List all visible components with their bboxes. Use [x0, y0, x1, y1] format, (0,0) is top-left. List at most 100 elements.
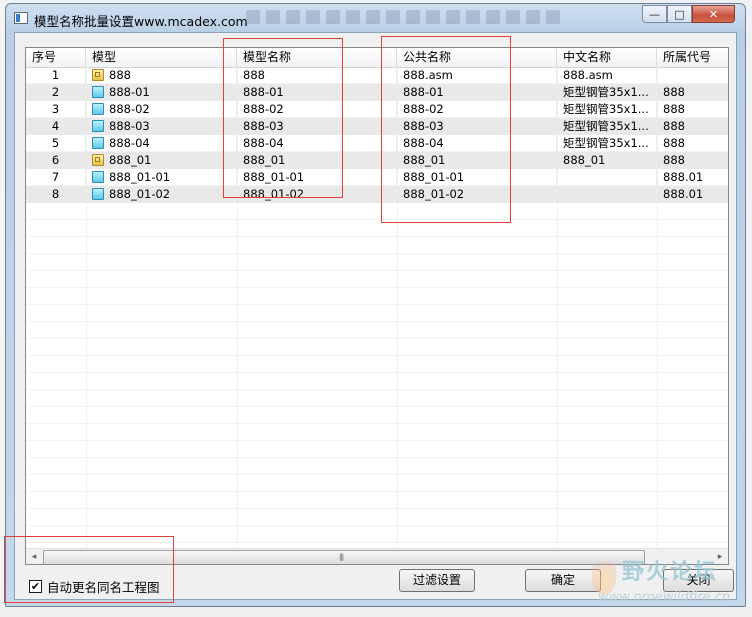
cell-index: 8	[26, 186, 86, 203]
cell-model-text: 888-01	[109, 85, 150, 99]
ghost-tool-icon	[546, 10, 560, 24]
ghost-tool-icon	[286, 10, 300, 24]
minimize-button[interactable]: —	[642, 5, 667, 23]
auto-rename-drawing-option[interactable]: ✔ 自动更名同名工程图	[29, 577, 160, 596]
window-title: 模型名称批量设置www.mcadex.com	[34, 14, 248, 29]
scrollbar-grip-icon: |||	[339, 553, 344, 561]
close-button[interactable]: 关闭	[663, 569, 734, 592]
cell-model-name: 888-02	[237, 101, 397, 118]
table-row[interactable]: 3 888-02 888-02 888-02 矩型钢管35x1... 888	[26, 101, 728, 118]
title-bar[interactable]: 模型名称批量设置www.mcadex.com — □ ✕	[6, 4, 745, 32]
cell-model: 888-02	[86, 101, 237, 118]
cell-common-name: 888.asm	[397, 67, 557, 84]
cell-index: 4	[26, 118, 86, 135]
cell-index: 5	[26, 135, 86, 152]
model-list-view[interactable]: 序号 模型 模型名称 公共名称 中文名称 所属代号 1 888 888 888.asm…	[25, 47, 729, 565]
cell-chinese-name: 888_01	[557, 152, 657, 169]
table-row[interactable]: 8 888_01-02 888_01-02 888_01-02 888.01	[26, 186, 728, 203]
cell-code: 888.01	[657, 186, 728, 203]
background-app-bottom	[0, 606, 752, 617]
cell-model: 888-01	[86, 84, 237, 101]
cell-code: 888	[657, 135, 728, 152]
column-header-model-name[interactable]: 模型名称	[237, 48, 397, 67]
table-row[interactable]: 6 888_01 888_01 888_01 888_01 888	[26, 152, 728, 169]
column-header-chinese-name[interactable]: 中文名称	[557, 48, 657, 67]
auto-rename-checkbox[interactable]: ✔	[29, 580, 42, 593]
list-rows: 1 888 888 888.asm 888.asm 2 888-01 888-01 888-01…	[26, 67, 728, 203]
list-header: 序号 模型 模型名称 公共名称 中文名称 所属代号	[26, 48, 728, 68]
maximize-button[interactable]: □	[667, 5, 692, 23]
cell-model-name: 888	[237, 67, 397, 84]
horizontal-scrollbar[interactable]: ◂ ||| ▸	[26, 548, 728, 564]
cell-model: 888_01-02	[86, 186, 237, 203]
cell-model: 888-03	[86, 118, 237, 135]
ghost-tool-icon	[266, 10, 280, 24]
cell-model-text: 888	[109, 68, 131, 82]
cell-chinese-name	[557, 186, 657, 203]
cell-chinese-name: 矩型钢管35x1...	[557, 84, 657, 101]
part-icon	[92, 120, 104, 132]
ghost-tool-icon	[446, 10, 460, 24]
cell-chinese-name: 矩型钢管35x1...	[557, 135, 657, 152]
part-icon	[92, 86, 104, 98]
scroll-right-arrow-icon[interactable]: ▸	[712, 549, 728, 564]
ghost-tool-icon	[306, 10, 320, 24]
background-toolbar-ghost	[246, 10, 606, 26]
cell-common-name: 888_01-01	[397, 169, 557, 186]
ghost-tool-icon	[526, 10, 540, 24]
cell-index: 2	[26, 84, 86, 101]
cell-model: 888-04	[86, 135, 237, 152]
table-row[interactable]: 1 888 888 888.asm 888.asm	[26, 67, 728, 84]
part-icon	[92, 171, 104, 183]
table-row[interactable]: 4 888-03 888-03 888-03 矩型钢管35x1... 888	[26, 118, 728, 135]
cell-model-text: 888_01-01	[109, 170, 171, 184]
cell-model-text: 888-04	[109, 136, 150, 150]
assembly-icon	[92, 69, 104, 81]
cell-code: 888	[657, 84, 728, 101]
cell-common-name: 888_01-02	[397, 186, 557, 203]
column-header-common-name[interactable]: 公共名称	[397, 48, 557, 67]
cell-chinese-name	[557, 169, 657, 186]
maximize-icon: □	[674, 7, 685, 21]
scroll-left-arrow-icon[interactable]: ◂	[26, 549, 42, 564]
cell-chinese-name: 888.asm	[557, 67, 657, 84]
dialog-window: 模型名称批量设置www.mcadex.com — □ ✕ 序号 模型 模型名称 …	[5, 3, 746, 607]
column-header-index[interactable]: 序号	[26, 48, 86, 67]
column-header-model[interactable]: 模型	[86, 48, 237, 67]
cell-model-text: 888_01-02	[109, 187, 171, 201]
cell-common-name: 888_01	[397, 152, 557, 169]
table-row[interactable]: 2 888-01 888-01 888-01 矩型钢管35x1... 888	[26, 84, 728, 101]
cell-chinese-name: 矩型钢管35x1...	[557, 118, 657, 135]
scrollbar-thumb[interactable]: |||	[43, 550, 645, 564]
minimize-icon: —	[649, 7, 660, 21]
ok-button[interactable]: 确定	[525, 569, 601, 592]
cell-model: 888_01	[86, 152, 237, 169]
auto-rename-label[interactable]: 自动更名同名工程图	[47, 577, 160, 596]
ghost-tool-icon	[406, 10, 420, 24]
cell-model-text: 888-03	[109, 119, 150, 133]
column-header-code[interactable]: 所属代号	[657, 48, 728, 67]
ghost-tool-icon	[506, 10, 520, 24]
cell-index: 3	[26, 101, 86, 118]
close-window-button[interactable]: ✕	[692, 5, 735, 23]
cell-model-name: 888-01	[237, 84, 397, 101]
cell-code: 888	[657, 118, 728, 135]
table-row[interactable]: 5 888-04 888-04 888-04 矩型钢管35x1... 888	[26, 135, 728, 152]
cell-index: 7	[26, 169, 86, 186]
ghost-tool-icon	[486, 10, 500, 24]
cell-common-name: 888-01	[397, 84, 557, 101]
cell-model-name: 888_01	[237, 152, 397, 169]
filter-settings-button[interactable]: 过滤设置	[399, 569, 475, 592]
table-row[interactable]: 7 888_01-01 888_01-01 888_01-01 888.01	[26, 169, 728, 186]
ghost-tool-icon	[246, 10, 260, 24]
cell-model: 888	[86, 67, 237, 84]
cell-common-name: 888-02	[397, 101, 557, 118]
app-window-icon	[14, 12, 28, 24]
cell-model-text: 888_01	[109, 153, 152, 167]
checkmark-icon: ✔	[30, 580, 41, 593]
cell-model-name: 888_01-01	[237, 169, 397, 186]
ghost-tool-icon	[326, 10, 340, 24]
ghost-tool-icon	[466, 10, 480, 24]
cell-code: 888	[657, 152, 728, 169]
cell-index: 6	[26, 152, 86, 169]
